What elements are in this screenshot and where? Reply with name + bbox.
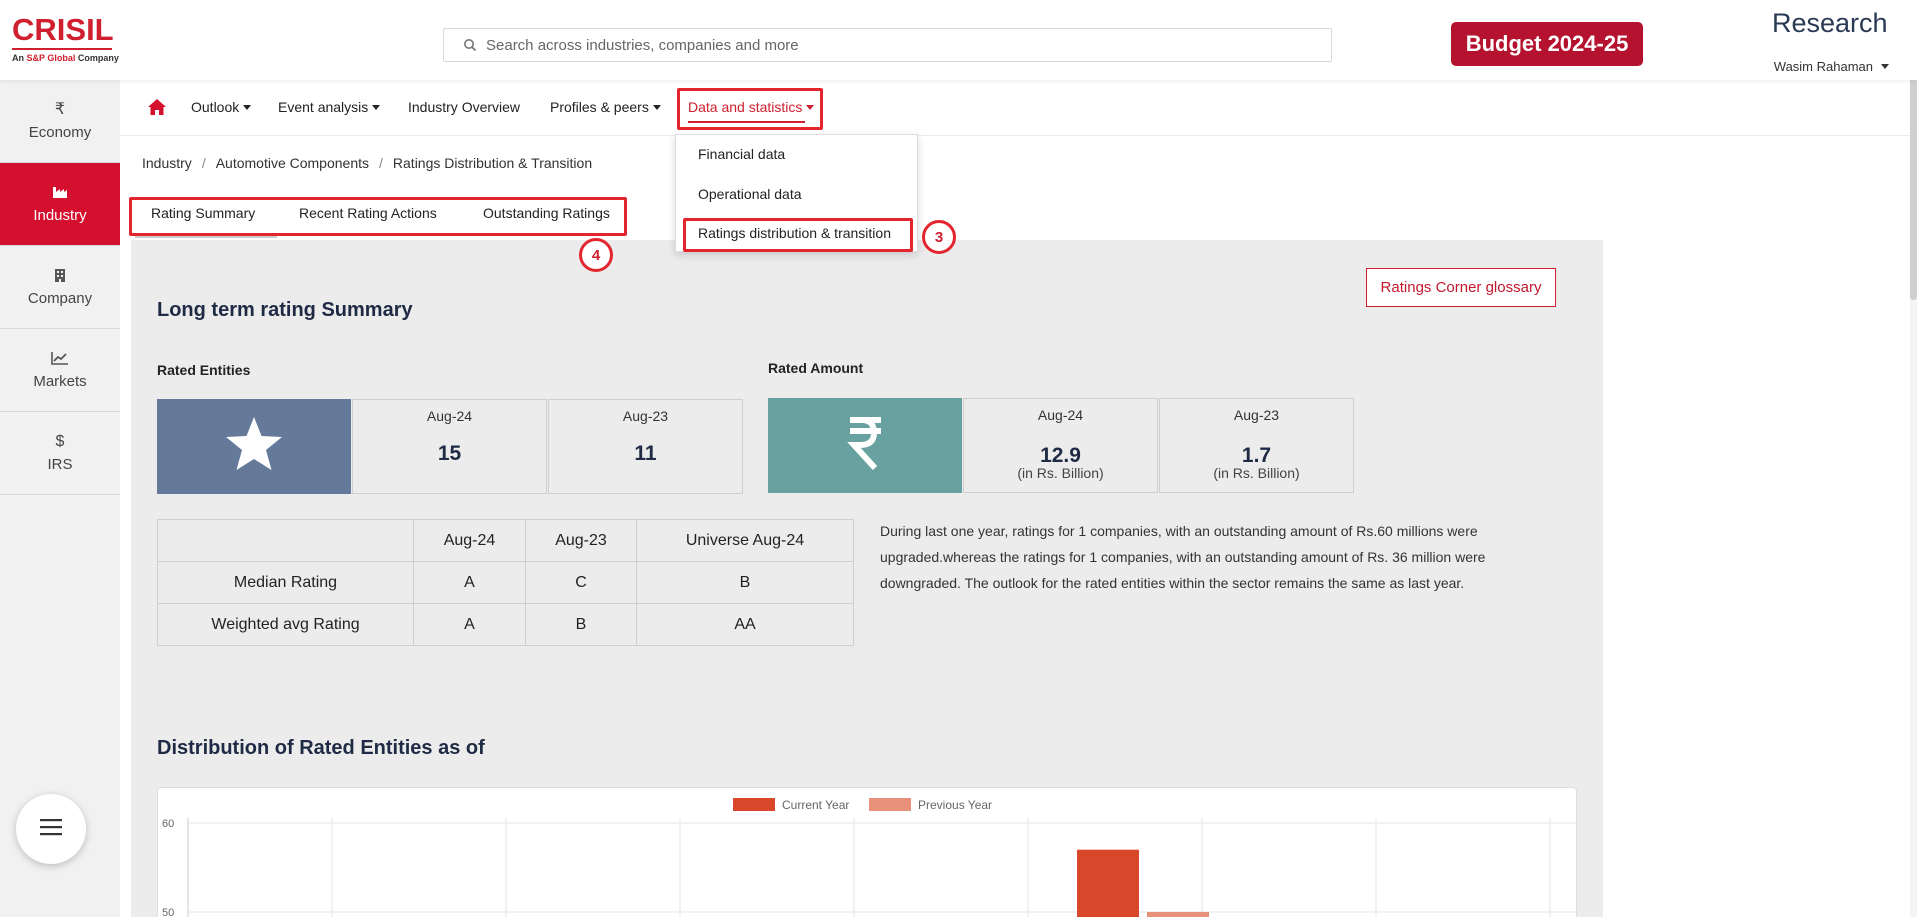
sidebar-item-label: Industry xyxy=(33,206,87,224)
sidebar-item-markets[interactable]: Markets xyxy=(0,329,120,412)
user-menu[interactable]: Wasim Rahaman xyxy=(1774,59,1889,74)
active-tab-underline xyxy=(135,236,277,238)
table-row: Weighted avg Rating A B AA xyxy=(157,603,854,646)
dollar-icon: $ xyxy=(55,432,65,450)
table-header: Universe Aug-24 xyxy=(636,519,854,562)
table-header: Aug-24 xyxy=(413,519,526,562)
highlight-box-nav xyxy=(677,88,823,130)
sidebar-item-label: Company xyxy=(27,289,93,307)
sidebar-item-irs[interactable]: $ IRS xyxy=(0,412,120,495)
legend-label: Current Year xyxy=(782,798,849,812)
chevron-down-icon xyxy=(1881,64,1889,69)
table-cell: AA xyxy=(636,603,854,646)
table-cell: Weighted avg Rating xyxy=(157,603,414,646)
home-icon[interactable] xyxy=(147,98,167,121)
breadcrumb-current: Ratings Distribution & Transition xyxy=(392,155,593,171)
y-tick-label: 60 xyxy=(162,818,174,830)
legend-label: Previous Year xyxy=(918,798,992,812)
table-row: Median Rating A C B xyxy=(157,561,854,604)
chevron-down-icon xyxy=(372,104,381,110)
sidebar-item-company[interactable]: Company xyxy=(0,246,120,329)
chevron-down-icon xyxy=(243,104,252,110)
search-input[interactable] xyxy=(484,36,1331,54)
table-header xyxy=(157,519,414,562)
rated-entities-previous: Aug-23 11 xyxy=(548,399,743,494)
chart-line-icon xyxy=(51,351,69,367)
nav-industry-overview[interactable]: Industry Overview xyxy=(408,99,520,115)
legend-swatch xyxy=(733,798,775,811)
rating-summary-text: During last one year, ratings for 1 comp… xyxy=(880,523,1486,591)
section-title-long-term-rating: Long term rating Summary xyxy=(157,299,413,321)
logo-underline xyxy=(12,48,112,50)
section-title-distribution: Distribution of Rated Entities as of xyxy=(157,737,485,759)
top-navigation: Outlook Event analysis Industry Overview… xyxy=(120,80,1910,136)
sidebar-item-label: IRS xyxy=(47,455,73,473)
crisil-logo[interactable]: CRISIL An S&P Global Company xyxy=(12,14,119,63)
highlight-box-tabs xyxy=(129,197,627,236)
search-icon xyxy=(456,38,484,52)
sidebar-item-label: Markets xyxy=(33,372,87,390)
rated-entities-current: Aug-24 15 xyxy=(352,399,547,494)
table-cell: Median Rating xyxy=(157,561,414,604)
top-header: CRISIL An S&P Global Company Budget 2024… xyxy=(0,0,1917,80)
research-title: Research xyxy=(1772,8,1888,38)
user-name: Wasim Rahaman xyxy=(1773,59,1873,74)
search-bar[interactable] xyxy=(443,28,1332,62)
nav-profiles-peers[interactable]: Profiles & peers xyxy=(550,99,661,115)
rated-amount-icon-box xyxy=(768,398,962,493)
sidebar-item-label: Economy xyxy=(28,123,92,141)
sidebar-item-industry[interactable]: Industry xyxy=(0,163,120,246)
budget-button[interactable]: Budget 2024-25 xyxy=(1451,22,1643,66)
hamburger-menu-button[interactable] xyxy=(16,794,86,864)
rated-amount-current: Aug-24 12.9 (in Rs. Billion) xyxy=(963,398,1158,493)
step-badge-3: 3 xyxy=(922,220,956,254)
bar-previous-year xyxy=(1147,912,1209,917)
nav-outlook[interactable]: Outlook xyxy=(191,99,252,115)
table-cell: A xyxy=(413,561,526,604)
rated-amount-label: Rated Amount xyxy=(768,360,864,376)
table-header: Aug-23 xyxy=(525,519,637,562)
step-badge-4: 4 xyxy=(579,238,613,272)
rated-entities-stats: Aug-24 15 Aug-23 11 xyxy=(157,399,743,494)
sidebar: ₹ Economy Industry Company Markets $ IRS xyxy=(0,80,120,917)
table-header-row: Aug-24 Aug-23 Universe Aug-24 xyxy=(157,519,854,562)
rated-amount-previous: Aug-23 1.7 (in Rs. Billion) xyxy=(1159,398,1354,493)
distribution-chart-svg: Current Year Previous Year 60 50 xyxy=(162,798,1576,917)
legend-swatch xyxy=(869,798,911,811)
dropdown-item-operational-data[interactable]: Operational data xyxy=(698,186,802,202)
rating-table: Aug-24 Aug-23 Universe Aug-24 Median Rat… xyxy=(157,519,854,646)
chevron-down-icon xyxy=(652,104,661,110)
table-cell: B xyxy=(525,603,637,646)
breadcrumb-automotive-components[interactable]: Automotive Components xyxy=(216,155,369,171)
breadcrumb-separator: / xyxy=(379,155,383,171)
y-tick-label: 50 xyxy=(162,907,174,917)
factory-icon xyxy=(52,185,68,201)
bar-current-year xyxy=(1077,849,1139,917)
distribution-chart: Current Year Previous Year 60 50 xyxy=(157,787,1577,917)
breadcrumb-separator: / xyxy=(201,155,206,171)
logo-text: CRISIL xyxy=(12,12,114,47)
star-icon xyxy=(223,415,285,478)
nav-event-analysis[interactable]: Event analysis xyxy=(278,99,381,115)
table-cell: A xyxy=(413,603,526,646)
table-cell: B xyxy=(636,561,854,604)
ratings-glossary-button[interactable]: Ratings Corner glossary xyxy=(1366,268,1556,307)
sidebar-item-economy[interactable]: ₹ Economy xyxy=(0,80,120,163)
breadcrumb-industry[interactable]: Industry xyxy=(142,155,192,171)
table-cell: C xyxy=(525,561,637,604)
rupee-icon xyxy=(845,415,885,476)
highlight-box-dropdown-item xyxy=(683,218,913,252)
logo-subtitle: An S&P Global Company xyxy=(12,53,119,63)
menu-icon xyxy=(40,818,62,841)
rated-amount-stats: Aug-24 12.9 (in Rs. Billion) Aug-23 1.7 … xyxy=(768,398,1354,493)
rated-entities-label: Rated Entities xyxy=(157,362,251,378)
building-icon xyxy=(54,268,66,284)
breadcrumb: Industry / Automotive Components / Ratin… xyxy=(142,155,592,171)
dropdown-item-financial-data[interactable]: Financial data xyxy=(698,146,785,162)
rupee-icon: ₹ xyxy=(54,100,66,118)
rated-entities-icon-box xyxy=(157,399,351,494)
